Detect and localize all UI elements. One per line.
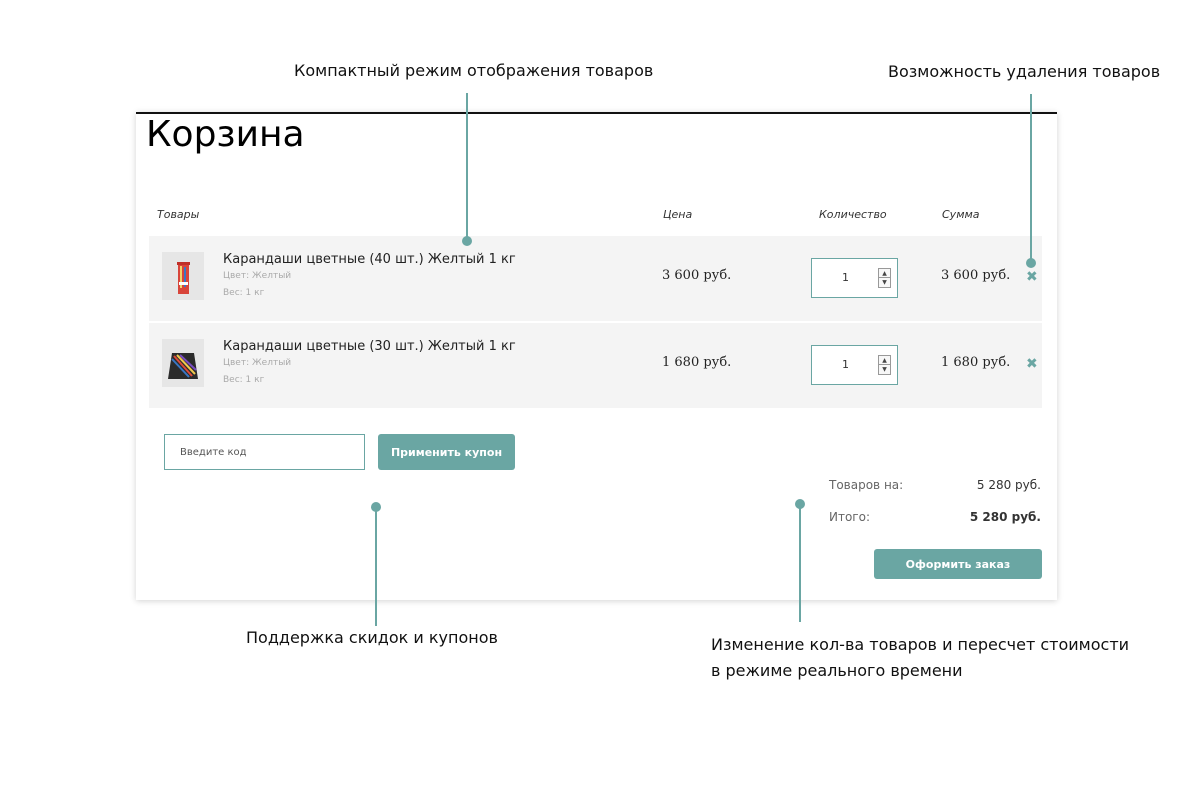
item-price: 3 600 руб. — [662, 268, 732, 283]
chevron-down-icon[interactable]: ▼ — [879, 365, 890, 374]
callout-realtime-line1: Изменение кол-ва товаров и пересчет стои… — [711, 635, 1130, 654]
callout-connector-coupons — [375, 507, 377, 626]
callout-dot-coupons — [371, 502, 381, 512]
grand-total-value: 5 280 руб. — [969, 510, 1041, 524]
pencil-set-image — [168, 353, 198, 379]
quantity-value[interactable]: 1 — [842, 358, 849, 371]
callout-realtime-line2: в режиме реального времени — [711, 661, 963, 680]
product-thumbnail[interactable] — [162, 252, 204, 300]
close-icon[interactable]: ✖ — [1026, 357, 1038, 371]
product-color: Цвет: Желтый — [223, 271, 292, 281]
column-header-quantity: Количество — [819, 208, 887, 221]
callout-dot-realtime — [795, 499, 805, 509]
goods-total-label: Товаров на: — [829, 478, 904, 492]
callout-coupons: Поддержка скидок и купонов — [246, 628, 498, 647]
product-weight: Вес: 1 кг — [223, 288, 265, 298]
callout-delete-items: Возможность удаления товаров — [888, 62, 1161, 81]
callout-compact-mode: Компактный режим отображения товаров — [294, 61, 654, 80]
close-icon[interactable]: ✖ — [1026, 270, 1038, 284]
chevron-up-icon[interactable]: ▲ — [879, 356, 890, 365]
quantity-stepper[interactable]: 1 ▲ ▼ — [811, 258, 898, 298]
coupon-code-input[interactable] — [164, 434, 365, 470]
cart-item-row: Карандаши цветные (40 шт.) Желтый 1 кг Ц… — [149, 236, 1042, 321]
chevron-up-icon[interactable]: ▲ — [879, 269, 890, 278]
column-header-price: Цена — [663, 208, 693, 221]
cart-item-row: Карандаши цветные (30 шт.) Желтый 1 кг Ц… — [149, 323, 1042, 408]
apply-coupon-button[interactable]: Применить купон — [378, 434, 515, 470]
page-title: Корзина — [146, 114, 305, 155]
callout-dot-delete — [1026, 258, 1036, 268]
checkout-button[interactable]: Оформить заказ — [874, 549, 1042, 579]
goods-total-value: 5 280 руб. — [976, 478, 1041, 492]
product-name[interactable]: Карандаши цветные (40 шт.) Желтый 1 кг — [223, 252, 516, 267]
quantity-spinner[interactable]: ▲ ▼ — [878, 355, 891, 375]
product-name[interactable]: Карандаши цветные (30 шт.) Желтый 1 кг — [223, 339, 516, 354]
product-color: Цвет: Желтый — [223, 358, 292, 368]
item-sum: 3 600 руб. — [941, 268, 1011, 283]
quantity-value[interactable]: 1 — [842, 271, 849, 284]
callout-dot-compact — [462, 236, 472, 246]
callout-connector-realtime — [799, 504, 801, 622]
product-thumbnail[interactable] — [162, 339, 204, 387]
column-header-sum: Сумма — [942, 208, 980, 221]
callout-connector-delete — [1030, 94, 1032, 262]
chevron-down-icon[interactable]: ▼ — [879, 278, 890, 287]
product-weight: Вес: 1 кг — [223, 375, 265, 385]
quantity-stepper[interactable]: 1 ▲ ▼ — [811, 345, 898, 385]
quantity-spinner[interactable]: ▲ ▼ — [878, 268, 891, 288]
cart-panel: Корзина Товары Цена Количество Сумма Кар… — [136, 112, 1057, 600]
column-header-items: Товары — [157, 208, 200, 221]
callout-connector-compact — [466, 93, 468, 240]
pencil-cup-image — [177, 262, 190, 294]
grand-total-label: Итого: — [829, 510, 870, 524]
item-price: 1 680 руб. — [662, 355, 732, 370]
item-sum: 1 680 руб. — [941, 355, 1011, 370]
